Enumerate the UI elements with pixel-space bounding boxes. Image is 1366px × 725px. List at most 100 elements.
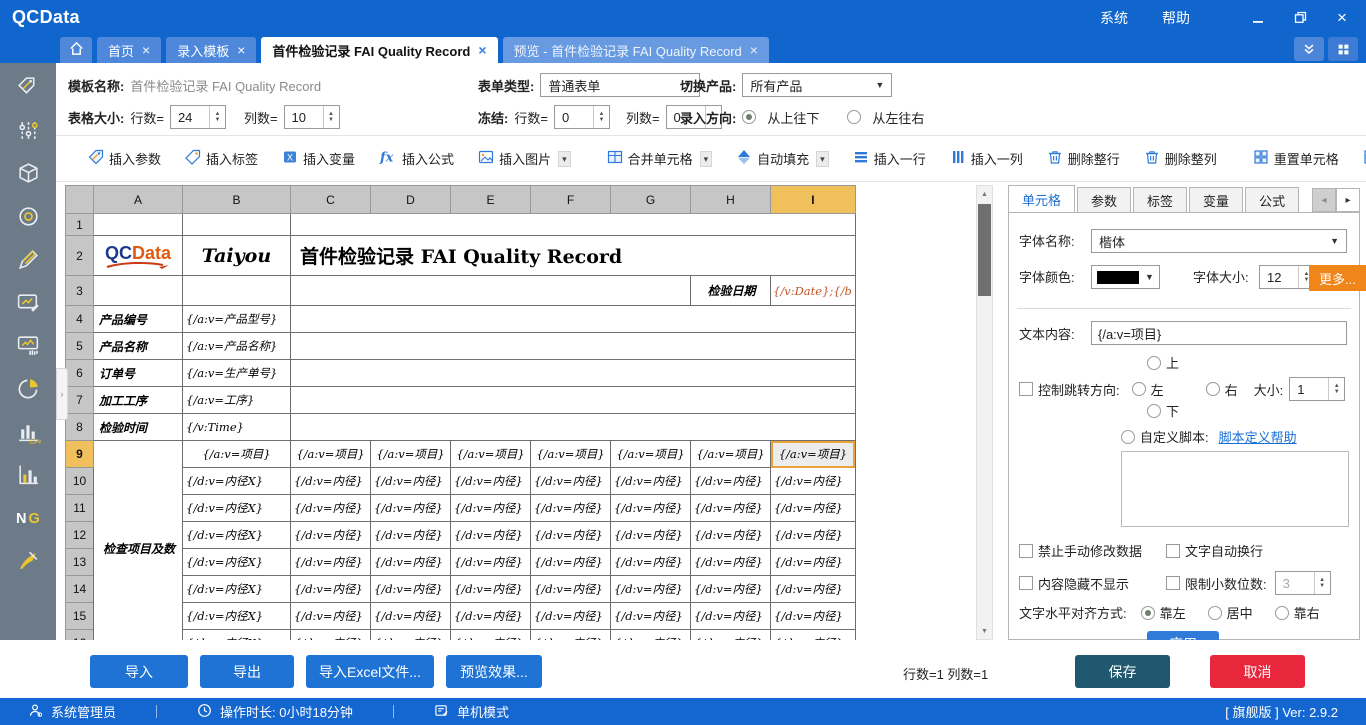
cell-I16[interactable]: {/d:v=内径} — [771, 630, 856, 641]
cell-I13[interactable]: {/d:v=内径} — [771, 549, 856, 576]
row-header-15[interactable]: 15 — [66, 603, 94, 630]
cell-C3[interactable] — [291, 276, 691, 306]
dropdown-caret-icon[interactable]: ▾ — [816, 151, 829, 167]
cell-E15[interactable]: {/d:v=内径} — [451, 603, 531, 630]
col-header-F[interactable]: F — [531, 186, 611, 214]
align-center-radio[interactable] — [1208, 606, 1222, 620]
tab-close-icon[interactable]: × — [478, 42, 486, 58]
cell-F11[interactable]: {/d:v=内径} — [531, 495, 611, 522]
sidebar-item-tag[interactable] — [15, 77, 41, 102]
cell-C13[interactable]: {/d:v=内径} — [291, 549, 371, 576]
cell-C8[interactable] — [291, 414, 856, 441]
cell-B10[interactable]: {/d:v=内径X} — [183, 468, 291, 495]
cell-B13[interactable]: {/d:v=内径X} — [183, 549, 291, 576]
import-excel-button[interactable]: 导入Excel文件... — [306, 655, 434, 688]
cell-F9[interactable]: {/a:v=项目} — [531, 441, 611, 468]
cell-B14[interactable]: {/d:v=内径X} — [183, 576, 291, 603]
script-help-link[interactable]: 脚本定义帮助 — [1219, 427, 1297, 446]
cell-A4[interactable]: 产品编号 — [94, 306, 183, 333]
cell-C1[interactable] — [291, 214, 856, 236]
cols-count-stepper[interactable]: 10 ▲▼ — [284, 105, 340, 129]
col-header-H[interactable]: H — [691, 186, 771, 214]
font-name-select[interactable]: 楷体 ▼ — [1091, 229, 1347, 253]
import-button[interactable]: 导入 — [90, 655, 188, 688]
row-header-7[interactable]: 7 — [66, 387, 94, 414]
cell-D10[interactable]: {/d:v=内径} — [371, 468, 451, 495]
cell-G14[interactable]: {/d:v=内径} — [611, 576, 691, 603]
col-header-A[interactable]: A — [94, 186, 183, 214]
cell-E11[interactable]: {/d:v=内径} — [451, 495, 531, 522]
cell-G9[interactable]: {/a:v=项目} — [611, 441, 691, 468]
cell-G15[interactable]: {/d:v=内径} — [611, 603, 691, 630]
row-header-6[interactable]: 6 — [66, 360, 94, 387]
cell-E12[interactable]: {/d:v=内径} — [451, 522, 531, 549]
row-header-12[interactable]: 12 — [66, 522, 94, 549]
tab-close-icon[interactable]: × — [237, 42, 245, 58]
vertical-scrollbar[interactable]: ▲ ▼ — [976, 185, 993, 640]
cell-E10[interactable]: {/d:v=内径} — [451, 468, 531, 495]
cell-C16[interactable]: {/d:v=内径} — [291, 630, 371, 641]
row-header-8[interactable]: 8 — [66, 414, 94, 441]
cell-B2-brand[interactable]: Taiyou — [183, 236, 291, 276]
freeze-rows-stepper[interactable]: 0 ▲▼ — [554, 105, 610, 129]
cell-H12[interactable]: {/d:v=内径} — [691, 522, 771, 549]
collapse-toolbar-button[interactable] — [1294, 37, 1324, 61]
cell-C7[interactable] — [291, 387, 856, 414]
row-header-11[interactable]: 11 — [66, 495, 94, 522]
cell-B16[interactable]: {/d:v=内径X} — [183, 630, 291, 641]
minimize-icon[interactable] — [1250, 10, 1266, 26]
col-header-B[interactable]: B — [183, 186, 291, 214]
cell-D9[interactable]: {/a:v=项目} — [371, 441, 451, 468]
cell-G11[interactable]: {/d:v=内径} — [611, 495, 691, 522]
cell-A8[interactable]: 检验时间 — [94, 414, 183, 441]
direction-top-down-radio[interactable] — [742, 110, 756, 124]
panel-tab-参数[interactable]: 参数 — [1077, 187, 1131, 212]
panel-tab-标签[interactable]: 标签 — [1133, 187, 1187, 212]
cell-B9[interactable]: {/a:v=项目} — [183, 441, 291, 468]
cell-D15[interactable]: {/d:v=内径} — [371, 603, 451, 630]
sidebar-item-bar-chart[interactable] — [15, 464, 41, 489]
delete-col-button[interactable]: 删除整列 — [1132, 144, 1229, 173]
apps-grid-button[interactable] — [1328, 37, 1358, 61]
delete-row-button[interactable]: 删除整行 — [1035, 144, 1132, 173]
menu-help[interactable]: 帮助 — [1162, 8, 1190, 28]
row-header-2[interactable]: 2 — [66, 236, 94, 276]
cell-C2-title[interactable]: 首件检验记录 FAI Quality Record — [291, 236, 856, 276]
cell-B5[interactable]: {/a:v=产品名称} — [183, 333, 291, 360]
cell-G10[interactable]: {/d:v=内径} — [611, 468, 691, 495]
cell-F13[interactable]: {/d:v=内径} — [531, 549, 611, 576]
cell-A3[interactable] — [94, 276, 183, 306]
no-manual-edit-checkbox[interactable] — [1019, 544, 1033, 558]
align-left-radio[interactable] — [1141, 606, 1155, 620]
cell-D13[interactable]: {/d:v=内径} — [371, 549, 451, 576]
cell-I14[interactable]: {/d:v=内径} — [771, 576, 856, 603]
cell-C11[interactable]: {/d:v=内径} — [291, 495, 371, 522]
stepper-arrows-icon[interactable]: ▲▼ — [323, 106, 339, 128]
cell-H14[interactable]: {/d:v=内径} — [691, 576, 771, 603]
cell-E13[interactable]: {/d:v=内径} — [451, 549, 531, 576]
stepper-arrows-icon[interactable]: ▲▼ — [1328, 378, 1344, 400]
cell-B8[interactable]: {/v:Time} — [183, 414, 291, 441]
rows-count-stepper[interactable]: 24 ▲▼ — [170, 105, 226, 129]
sidebar-item-image-hand[interactable] — [15, 335, 41, 360]
cell-C9[interactable]: {/a:v=项目} — [291, 441, 371, 468]
row-header-13[interactable]: 13 — [66, 549, 94, 576]
row-header-14[interactable]: 14 — [66, 576, 94, 603]
jump-direction-checkbox[interactable] — [1019, 382, 1033, 396]
save-button[interactable]: 保存 — [1075, 655, 1170, 688]
cell-E9[interactable]: {/a:v=项目} — [451, 441, 531, 468]
sidebar-item-ng[interactable]: NG — [15, 507, 41, 532]
cell-H10[interactable]: {/d:v=内径} — [691, 468, 771, 495]
row-header-4[interactable]: 4 — [66, 306, 94, 333]
cell-B6[interactable]: {/a:v=生产单号} — [183, 360, 291, 387]
cell-C5[interactable] — [291, 333, 856, 360]
col-header-E[interactable]: E — [451, 186, 531, 214]
align-right-radio[interactable] — [1275, 606, 1289, 620]
tab-close-icon[interactable]: × — [142, 42, 150, 58]
cell-C14[interactable]: {/d:v=内径} — [291, 576, 371, 603]
cell-I9[interactable]: {/a:v=项目} — [771, 441, 856, 468]
jump-up-radio[interactable] — [1147, 356, 1161, 370]
direction-left-right-radio[interactable] — [847, 110, 861, 124]
custom-script-textarea[interactable] — [1121, 451, 1349, 527]
form-type-select[interactable]: 普通表单 ▼ — [540, 73, 700, 97]
